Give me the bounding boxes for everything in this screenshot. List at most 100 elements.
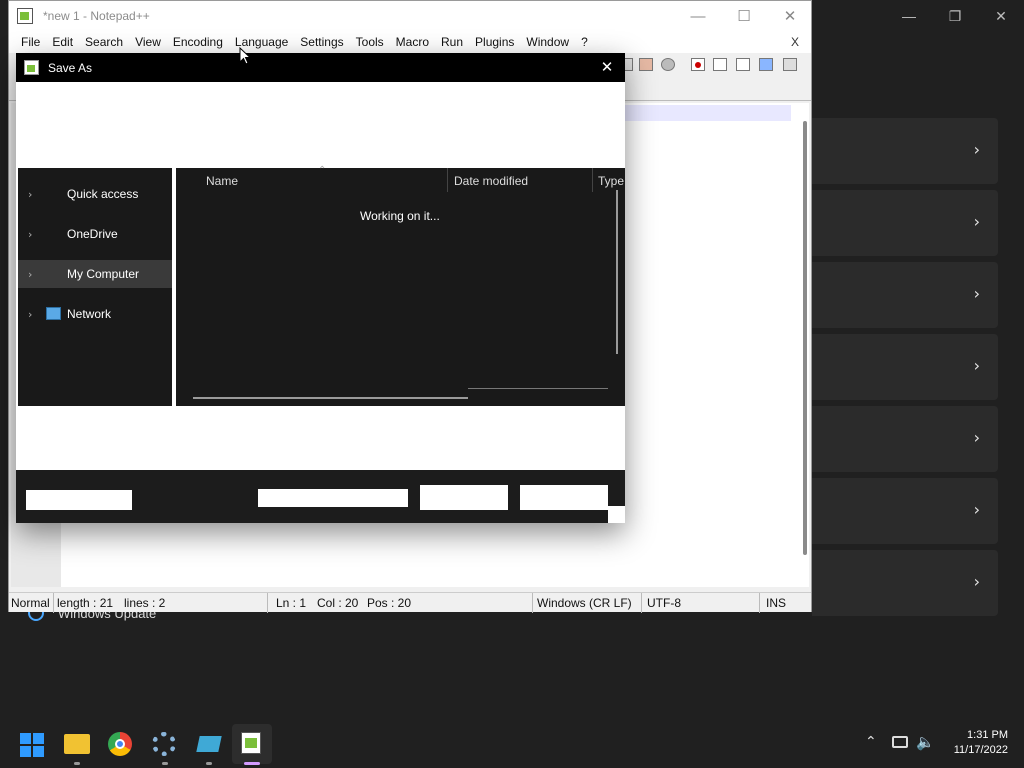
- status-col: Col : 20: [317, 596, 359, 610]
- window-title: *new 1 - Notepad++: [43, 9, 150, 23]
- clock[interactable]: 1:31 PM 11/17/2022: [942, 728, 1008, 758]
- taskbar-item-notepadpp-active[interactable]: [232, 724, 272, 764]
- dialog-footer: [16, 470, 625, 523]
- close-icon[interactable]: ✕: [767, 1, 813, 31]
- play-macro-icon[interactable]: [736, 58, 750, 71]
- settings-gear-icon[interactable]: [152, 732, 176, 756]
- chevron-right-icon: ›: [973, 140, 980, 159]
- resize-grip[interactable]: [608, 506, 625, 523]
- status-encoding: UTF-8: [647, 596, 681, 610]
- menu-search[interactable]: Search: [79, 35, 129, 49]
- record-macro-icon[interactable]: [691, 58, 705, 71]
- nav-item-label: OneDrive: [67, 227, 118, 241]
- vertical-scrollbar[interactable]: [616, 190, 618, 354]
- start-icon[interactable]: [20, 733, 44, 757]
- clock-time: 1:31 PM: [967, 729, 1008, 741]
- notepadpp-icon: [17, 8, 33, 24]
- save-button[interactable]: [420, 485, 508, 510]
- file-explorer-icon[interactable]: [64, 734, 90, 754]
- status-length: length : 21: [57, 596, 114, 610]
- settings-card[interactable]: ›: [812, 190, 998, 256]
- settings-card[interactable]: ›: [812, 478, 998, 544]
- column-header-type[interactable]: Type: [598, 174, 624, 188]
- status-bar: Normal length : 21 lines : 2 Ln : 1 Col …: [9, 592, 811, 613]
- taskbar: ⌃ 🔈 1:31 PM 11/17/2022: [0, 720, 1024, 768]
- minimize-icon[interactable]: —: [886, 0, 932, 32]
- menu-tools[interactable]: Tools: [350, 35, 390, 49]
- settings-window-controls: — ❐ ✕: [812, 0, 1024, 32]
- navigation-pane: › Quick access › OneDrive › My Computer …: [18, 168, 172, 406]
- divider: [468, 388, 608, 389]
- nav-item-my-computer[interactable]: › My Computer: [18, 260, 172, 288]
- settings-card[interactable]: ›: [812, 262, 998, 328]
- menu-bar: File Edit Search View Encoding Language …: [9, 31, 811, 53]
- status-pos: Pos : 20: [367, 596, 412, 610]
- status-eol: Windows (CR LF): [537, 596, 632, 610]
- close-icon[interactable]: ✕: [978, 0, 1024, 32]
- horizontal-scrollbar[interactable]: [193, 397, 468, 399]
- nav-item-label: Network: [67, 307, 112, 321]
- settings-card[interactable]: ›: [812, 334, 998, 400]
- save-macro-icon[interactable]: [783, 58, 797, 71]
- menu-plugins[interactable]: Plugins: [469, 35, 520, 49]
- menu-run[interactable]: Run: [435, 35, 469, 49]
- nav-item-label: My Computer: [67, 267, 140, 281]
- column-header-name[interactable]: Name: [206, 174, 238, 188]
- minimize-icon[interactable]: —: [675, 1, 721, 31]
- status-lines: lines : 2: [124, 596, 166, 610]
- chevron-right-icon: ›: [973, 572, 980, 591]
- close-icon[interactable]: ✕: [595, 56, 619, 78]
- chevron-right-icon: ›: [973, 284, 980, 303]
- menu-encoding[interactable]: Encoding: [167, 35, 229, 49]
- menu-file[interactable]: File: [15, 35, 46, 49]
- nav-item-onedrive[interactable]: › OneDrive: [18, 220, 172, 248]
- folder-icon[interactable]: [639, 58, 653, 71]
- maximize-icon[interactable]: ☐: [721, 1, 767, 31]
- column-header-date-modified[interactable]: Date modified: [454, 174, 528, 188]
- run-macro-multiple-icon[interactable]: [759, 58, 773, 71]
- chrome-icon[interactable]: [108, 732, 132, 756]
- nav-item-label: Quick access: [67, 187, 139, 201]
- file-type-field[interactable]: [258, 489, 408, 507]
- menu-macro[interactable]: Macro: [390, 35, 435, 49]
- menu-help[interactable]: ?: [575, 35, 594, 49]
- chevron-right-icon: ›: [973, 212, 980, 231]
- status-ln: Ln : 1: [276, 596, 307, 610]
- close-document-button[interactable]: X: [785, 35, 805, 49]
- vertical-scrollbar[interactable]: [803, 121, 807, 555]
- menu-edit[interactable]: Edit: [46, 35, 79, 49]
- clock-date: 11/17/2022: [953, 744, 1008, 756]
- restore-icon[interactable]: ❐: [932, 0, 978, 32]
- settings-card[interactable]: ›: [812, 550, 998, 616]
- settings-card[interactable]: ›: [812, 118, 998, 184]
- chevron-right-icon: ›: [973, 500, 980, 519]
- nav-item-quick-access[interactable]: › Quick access: [18, 180, 172, 208]
- network-status-icon[interactable]: [892, 736, 908, 748]
- menu-window[interactable]: Window: [520, 35, 575, 49]
- volume-icon[interactable]: 🔈: [916, 733, 935, 751]
- settings-card[interactable]: ›: [812, 406, 998, 472]
- toolbar-icon[interactable]: [661, 58, 675, 71]
- mouse-cursor-icon: [239, 47, 251, 65]
- file-list-pane: ⌃ Name Date modified Type Working on it.…: [176, 165, 625, 406]
- nav-item-network[interactable]: › Network: [18, 300, 172, 328]
- save-as-dialog: Save As ✕ › Quick access › OneDrive › My…: [16, 53, 625, 523]
- status-ins: INS: [766, 596, 787, 610]
- dialog-title: Save As: [48, 60, 93, 75]
- chevron-right-icon[interactable]: ›: [28, 268, 32, 281]
- app-icon[interactable]: [196, 736, 222, 752]
- chevron-up-icon[interactable]: ⌃: [865, 734, 877, 750]
- cancel-button[interactable]: [520, 485, 608, 510]
- menu-settings[interactable]: Settings: [294, 35, 349, 49]
- notepadpp-title-bar: *new 1 - Notepad++ — ☐ ✕: [9, 1, 811, 31]
- status-mode: Normal: [11, 596, 50, 610]
- notepadpp-icon: [24, 60, 39, 75]
- menu-view[interactable]: View: [129, 35, 167, 49]
- chevron-right-icon[interactable]: ›: [28, 228, 32, 241]
- sort-up-icon: ⌃: [318, 165, 327, 176]
- chevron-right-icon[interactable]: ›: [28, 188, 32, 201]
- chevron-right-icon: ›: [973, 428, 980, 447]
- hide-folders-button[interactable]: [26, 490, 132, 510]
- chevron-right-icon[interactable]: ›: [28, 308, 32, 321]
- stop-macro-icon[interactable]: [713, 58, 727, 71]
